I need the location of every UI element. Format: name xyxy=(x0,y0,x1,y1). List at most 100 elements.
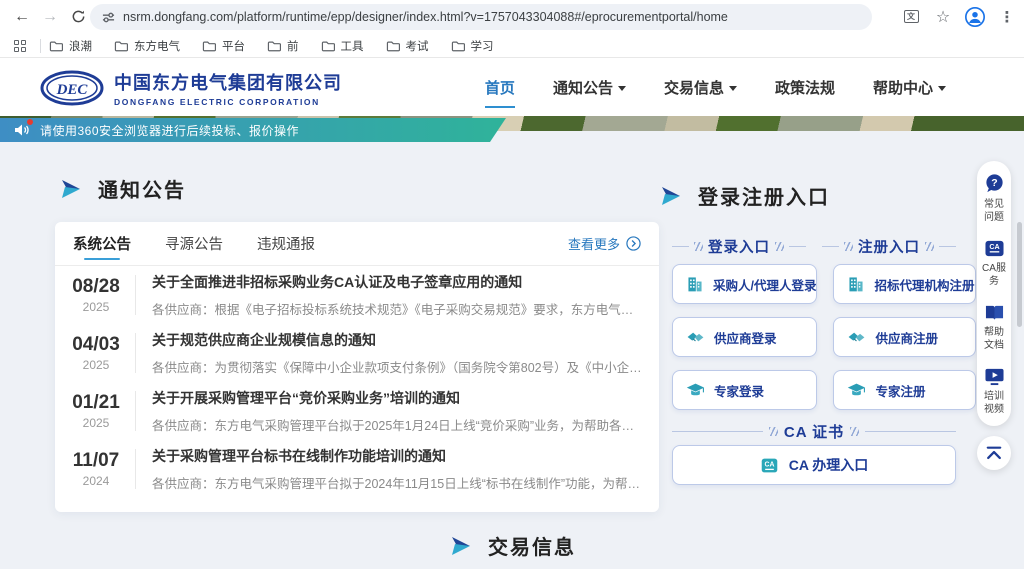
bookmark-folder[interactable]: 东方电气 xyxy=(114,38,180,54)
profile-avatar-icon[interactable] xyxy=(964,6,986,28)
slash-decoration xyxy=(925,242,934,251)
arrow-icon xyxy=(452,537,472,555)
arrow-icon xyxy=(662,187,682,205)
bookmark-folder[interactable]: 平台 xyxy=(202,38,245,54)
notice-list-item[interactable]: 11/07 2024 关于采购管理平台标书在线制作功能培训的通知 各供应商：东方… xyxy=(55,440,659,498)
company-logo[interactable]: DEC 中国东方电气集团有限公司 DONGFANG ELECTRIC CORPO… xyxy=(40,69,342,107)
translate-icon[interactable]: 文 xyxy=(900,6,922,28)
notice-summary: 各供应商：东方电气采购管理平台拟于2024年11月15日上线“标书在线制作”功能… xyxy=(152,473,643,492)
notice-title[interactable]: 关于开展采购管理平台“竞价采购业务”培训的通知 xyxy=(152,388,643,408)
slash-decoration xyxy=(844,242,853,251)
folder-icon xyxy=(49,40,63,52)
expert-register-button[interactable]: 专家注册 xyxy=(833,370,975,410)
notice-bar-text: 请使用360安全浏览器进行后续投标、报价操作 xyxy=(40,122,299,139)
folder-icon xyxy=(451,40,465,52)
handshake-icon xyxy=(847,328,866,346)
notice-list-item[interactable]: 01/21 2025 关于开展采购管理平台“竞价采购业务”培训的通知 各供应商：… xyxy=(55,382,659,440)
supplier-register-button[interactable]: 供应商注册 xyxy=(833,317,975,357)
site-header: DEC 中国东方电气集团有限公司 DONGFANG ELECTRIC CORPO… xyxy=(0,59,1024,116)
chevron-down-icon xyxy=(618,86,626,91)
ca-certificate-divider: CA 证书 xyxy=(672,421,956,442)
slash-decoration xyxy=(775,242,784,251)
page-scrollbar[interactable] xyxy=(1017,222,1022,327)
bookmark-folder[interactable]: 学习 xyxy=(451,38,494,54)
notice-title[interactable]: 关于规范供应商企业规模信息的通知 xyxy=(152,330,643,350)
bookmark-star-icon[interactable]: ☆ xyxy=(932,6,954,28)
bookmark-folder[interactable]: 考试 xyxy=(386,38,429,54)
folder-icon xyxy=(202,40,216,52)
bookmark-label: 平台 xyxy=(222,38,245,54)
divider xyxy=(135,449,136,489)
supplier-login-button[interactable]: 供应商登录 xyxy=(672,317,817,357)
chevron-down-icon xyxy=(938,86,946,91)
ca-card-icon: CA xyxy=(984,239,1005,258)
slash-decoration xyxy=(769,427,778,436)
help-doc-icon xyxy=(984,303,1005,322)
back-to-top-button[interactable] xyxy=(977,436,1011,470)
reload-icon[interactable] xyxy=(64,3,92,31)
bookmarks-bar: 浪潮 东方电气 平台 前 工具 考试 学习 xyxy=(0,33,1024,58)
nav-item-help-center[interactable]: 帮助中心 xyxy=(873,71,946,104)
notices-section-title: 通知公告 xyxy=(62,174,186,203)
url-text: nsrm.dongfang.com/platform/runtime/epp/d… xyxy=(123,10,728,24)
chevron-up-icon xyxy=(985,445,1003,461)
bookmark-label: 东方电气 xyxy=(134,38,180,54)
notice-date: 11/07 2024 xyxy=(65,450,127,488)
tab-violation-reports[interactable]: 违规通报 xyxy=(257,222,315,266)
page-info-icon[interactable] xyxy=(102,11,115,24)
bookmark-label: 前 xyxy=(287,38,299,54)
notices-card: 系统公告 寻源公告 违规通报 查看更多 08/28 2025 关于全面推进非招标… xyxy=(55,222,659,512)
nav-item-trade-info[interactable]: 交易信息 xyxy=(664,71,737,104)
purchaser-agent-login-button[interactable]: 采购人/代理人登录 xyxy=(672,264,817,304)
browser-menu-icon[interactable]: ⋮ xyxy=(996,6,1018,28)
alert-dot xyxy=(27,119,33,125)
folder-icon xyxy=(321,40,335,52)
sidebar-item-training-videos[interactable]: 培训视频 xyxy=(982,367,1006,416)
company-name-en: DONGFANG ELECTRIC CORPORATION xyxy=(114,97,342,107)
nav-item-home[interactable]: 首页 xyxy=(485,71,515,104)
handshake-icon xyxy=(686,328,705,346)
graduation-cap-icon xyxy=(847,381,866,399)
sidebar-item-ca-service[interactable]: CA CA服务 xyxy=(982,239,1006,288)
bookmark-folder[interactable]: 工具 xyxy=(321,38,364,54)
notice-summary: 各供应商：根据《电子招标投标系统技术规范》《电子采购交易规范》要求，东方电气采购… xyxy=(152,299,643,318)
divider xyxy=(135,275,136,315)
building-icon xyxy=(686,275,704,293)
bookmark-folder[interactable]: 浪潮 xyxy=(49,38,92,54)
bookmark-label: 工具 xyxy=(341,38,364,54)
notice-list-item[interactable]: 04/03 2025 关于规范供应商企业规模信息的通知 各供应商：为贯彻落实《保… xyxy=(55,324,659,382)
ca-entry-button[interactable]: CA CA 办理入口 xyxy=(672,445,956,485)
ca-badge-icon: CA xyxy=(760,456,779,475)
graduation-cap-icon xyxy=(686,381,705,399)
bookmark-label: 考试 xyxy=(406,38,429,54)
notice-date: 08/28 2025 xyxy=(65,276,127,314)
sidebar-item-help-docs[interactable]: 帮助文档 xyxy=(982,303,1006,352)
url-bar[interactable]: nsrm.dongfang.com/platform/runtime/epp/d… xyxy=(90,4,872,30)
sidebar-item-faq[interactable]: ? 常见问题 xyxy=(982,173,1006,224)
dec-logo-icon: DEC xyxy=(40,70,104,106)
arrow-icon xyxy=(62,180,82,198)
notice-list-item[interactable]: 08/28 2025 关于全面推进非招标采购业务CA认证及电子签章应用的通知 各… xyxy=(55,266,659,324)
view-more-link[interactable]: 查看更多 xyxy=(568,234,641,253)
notice-summary: 各供应商：东方电气采购管理平台拟于2025年1月24日上线“竞价采购”业务，为帮… xyxy=(152,415,643,434)
expert-login-button[interactable]: 专家登录 xyxy=(672,370,817,410)
notice-title[interactable]: 关于采购管理平台标书在线制作功能培训的通知 xyxy=(152,446,643,466)
slash-decoration xyxy=(694,242,703,251)
notice-title[interactable]: 关于全面推进非招标采购业务CA认证及电子签章应用的通知 xyxy=(152,272,643,292)
question-icon: ? xyxy=(984,173,1005,194)
register-entry-header: 注册入口 xyxy=(822,236,956,257)
tab-sourcing-notices[interactable]: 寻源公告 xyxy=(165,222,223,266)
bookmark-folder[interactable]: 前 xyxy=(267,38,299,54)
apps-grid-icon[interactable] xyxy=(14,40,26,52)
bidding-agency-register-button[interactable]: 招标代理机构注册 xyxy=(833,264,975,304)
notices-tabs: 系统公告 寻源公告 违规通报 查看更多 xyxy=(55,222,659,266)
back-icon[interactable]: ← xyxy=(8,3,36,31)
tab-system-notices[interactable]: 系统公告 xyxy=(73,222,131,266)
bookmark-label: 学习 xyxy=(471,38,494,54)
login-entry-header: 登录入口 xyxy=(672,236,806,257)
bookmark-label: 浪潮 xyxy=(69,38,92,54)
nav-item-policies[interactable]: 政策法规 xyxy=(775,71,835,104)
browser-chrome: ← → nsrm.dongfang.com/platform/runtime/e… xyxy=(0,0,1024,58)
forward-icon[interactable]: → xyxy=(36,3,64,31)
nav-item-notices[interactable]: 通知公告 xyxy=(553,71,626,104)
